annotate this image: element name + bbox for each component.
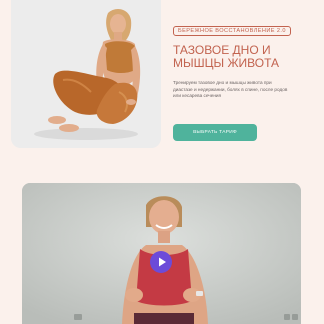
settings-icon[interactable] — [74, 314, 82, 320]
program-description: Тренируем тазовое дно и мышцы живота при… — [173, 80, 288, 99]
fullscreen-icon[interactable] — [284, 314, 298, 320]
hero-photo-card — [11, 0, 161, 148]
play-icon — [159, 257, 166, 267]
page-title: ТАЗОВОЕ ДНО И МЫШЦЫ ЖИВОТА — [173, 43, 280, 70]
play-button[interactable] — [150, 251, 172, 273]
choose-plan-button[interactable]: ВЫБРАТЬ ТАРИФ — [173, 124, 257, 141]
hero-photo — [11, 0, 161, 148]
program-badge: БЕРЕЖНОЕ ВОССТАНОВЛЕНИЕ 2.0 — [173, 26, 291, 36]
